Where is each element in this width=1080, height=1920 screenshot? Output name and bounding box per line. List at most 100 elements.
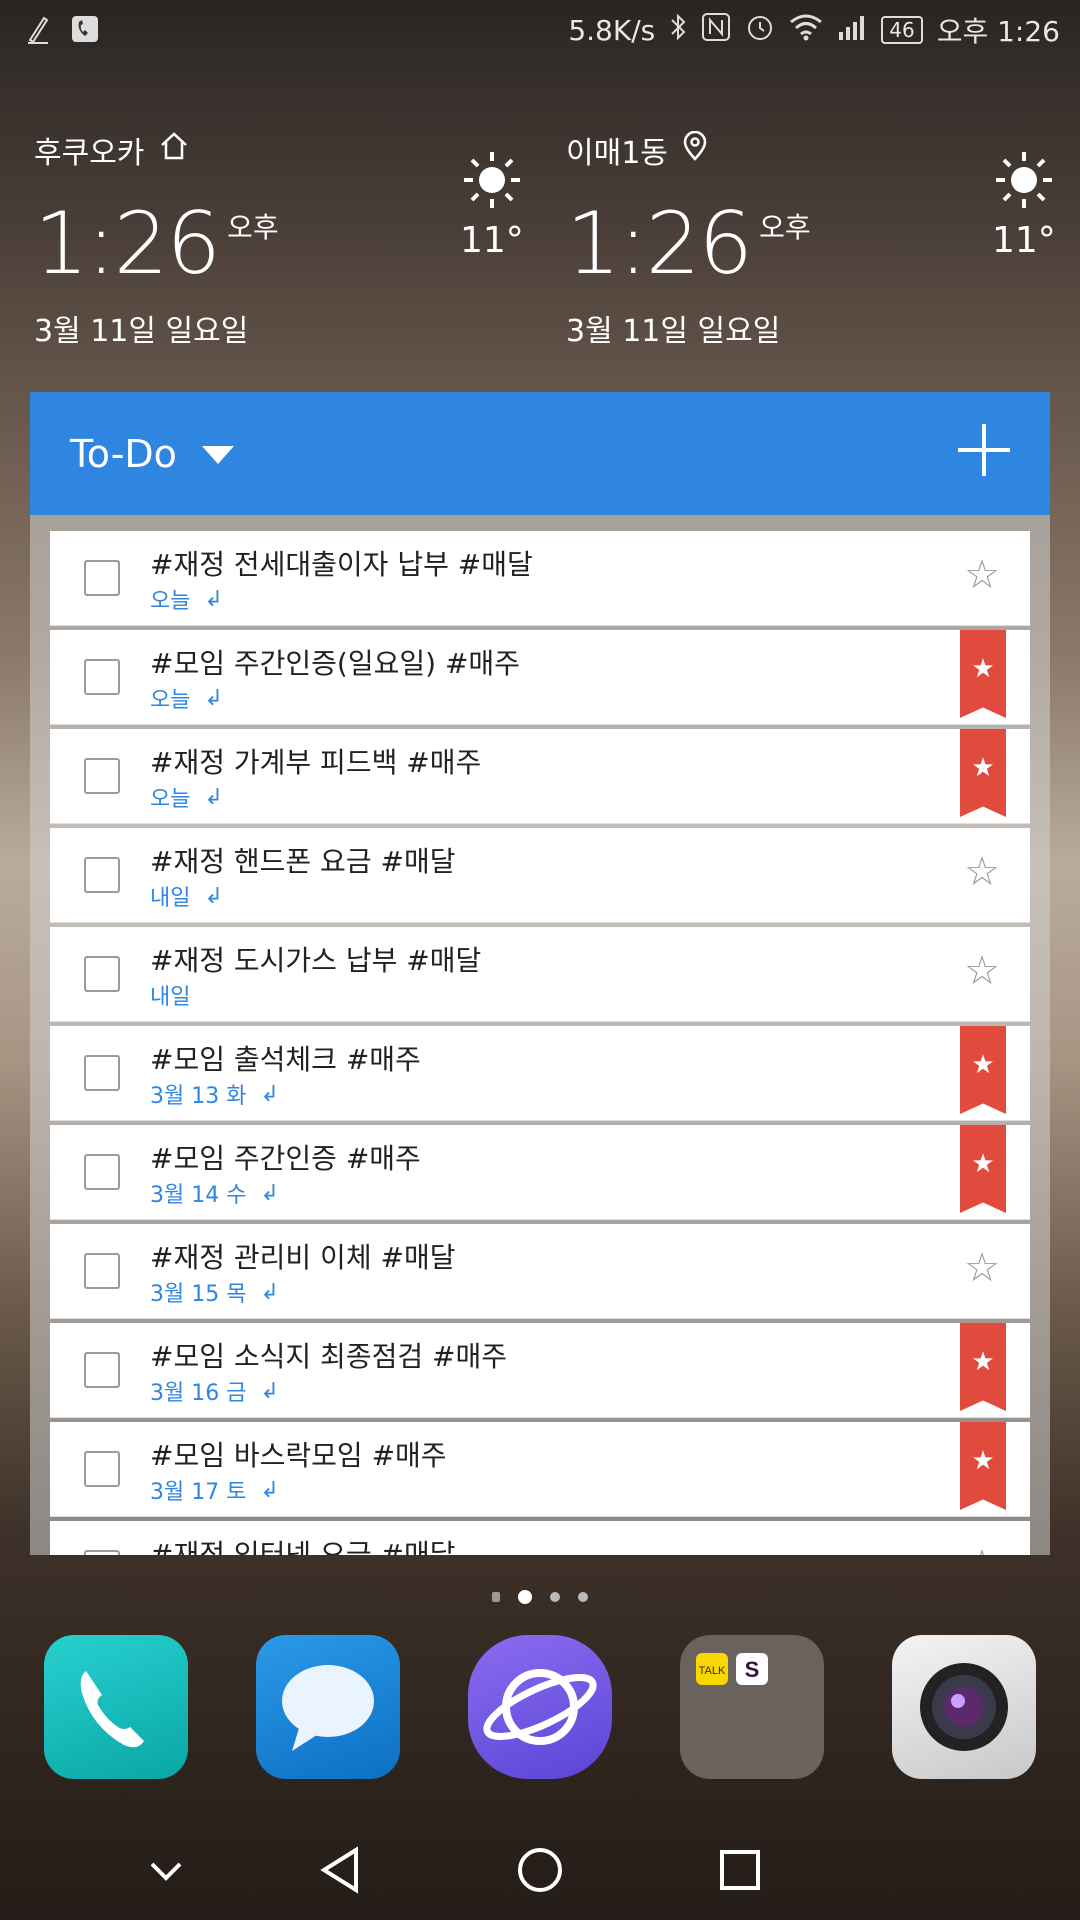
star-icon: ★ [971, 654, 995, 684]
todo-widget: To-Do #재정 전세대출이자 납부 #매달 오늘 ↲ ☆ #모임 주간인증(일요일)… [30, 392, 1050, 1555]
task-row[interactable]: #모임 주간인증 #매주 3월 14 수 ↲ ★ [50, 1125, 1030, 1220]
starred-flag-icon[interactable]: ★ [960, 630, 1006, 718]
task-title: #재정 관리비 이체 #매달 [150, 1241, 456, 1274]
task-row[interactable]: #모임 주간인증(일요일) #매주 오늘 ↲ ★ [50, 630, 1030, 725]
dropdown-caret-icon[interactable] [202, 446, 234, 464]
task-title: #모임 소식지 최종점검 #매주 [150, 1340, 507, 1373]
task-due-label: 3월 14 수 [150, 1183, 247, 1208]
task-row[interactable]: #모임 바스락모임 #매주 3월 17 토 ↲ ★ [50, 1422, 1030, 1517]
starred-flag-icon[interactable]: ★ [960, 1323, 1006, 1411]
task-row[interactable]: #재정 핸드폰 요금 #매달 내일 ↲ ☆ [50, 828, 1030, 923]
page-indicator[interactable] [0, 1590, 1080, 1604]
task-title: #모임 바스락모임 #매주 [150, 1439, 447, 1472]
star-outline-icon[interactable]: ☆ [964, 852, 1000, 892]
task-due-label: 오늘 [150, 787, 191, 812]
weather-fukuoka[interactable]: 11° [460, 150, 524, 261]
list-title[interactable]: To-Do [70, 432, 177, 476]
sun-icon [994, 152, 1054, 214]
internet-app[interactable] [468, 1635, 612, 1779]
add-task-button[interactable] [958, 424, 1010, 476]
task-row[interactable]: #재정 인터넷 요금 #매달 ☆ [50, 1521, 1030, 1555]
weather-imae[interactable]: 11° [992, 150, 1056, 261]
city-name: 후쿠오카 [34, 136, 145, 171]
home-page-dot [492, 1592, 500, 1602]
app-dock: TALK S [0, 1635, 1080, 1785]
task-checkbox[interactable] [84, 857, 120, 893]
clock-city: 후쿠오카 [34, 128, 279, 172]
star-outline-icon[interactable]: ☆ [964, 951, 1000, 991]
repeat-icon: ↲ [204, 586, 223, 612]
clock-date: 3월 11일 일요일 [34, 314, 249, 349]
task-title: #재정 핸드폰 요금 #매달 [150, 845, 456, 878]
task-due-label: 3월 15 목 [150, 1282, 247, 1307]
task-checkbox[interactable] [84, 1055, 120, 1091]
task-row[interactable]: #재정 전세대출이자 납부 #매달 오늘 ↲ ☆ [50, 531, 1030, 626]
star-outline-icon[interactable]: ☆ [964, 1545, 1000, 1555]
repeat-icon: ↲ [260, 1378, 279, 1404]
task-due-label: 내일 [150, 886, 191, 911]
time-value: 1:26 [566, 194, 753, 294]
nfc-icon [701, 12, 731, 49]
task-checkbox[interactable] [84, 659, 120, 695]
repeat-icon: ↲ [260, 1081, 279, 1107]
starred-flag-icon[interactable]: ★ [960, 1422, 1006, 1510]
starred-flag-icon[interactable]: ★ [960, 1125, 1006, 1213]
status-left [26, 14, 100, 48]
status-bar: 5.8K/s 46 오후 1:26 [0, 0, 1080, 62]
messages-app[interactable] [256, 1635, 400, 1779]
folder[interactable]: TALK S [680, 1635, 824, 1779]
task-checkbox[interactable] [84, 1253, 120, 1289]
task-due-label: 오늘 [150, 589, 191, 614]
recents-icon[interactable] [710, 1840, 770, 1900]
task-row[interactable]: #재정 도시가스 납부 #매달내일 ☆ [50, 927, 1030, 1022]
starred-flag-icon[interactable]: ★ [960, 729, 1006, 817]
page-dot-active [518, 1590, 532, 1604]
task-checkbox[interactable] [84, 758, 120, 794]
status-time: 오후 1:26 [936, 15, 1060, 48]
camera-app[interactable] [892, 1635, 1036, 1779]
repeat-icon: ↲ [260, 1279, 279, 1305]
task-title: #모임 주간인증(일요일) #매주 [150, 647, 520, 680]
task-row[interactable]: #모임 출석체크 #매주 3월 13 화 ↲ ★ [50, 1026, 1030, 1121]
repeat-icon: ↲ [260, 1477, 279, 1503]
task-checkbox[interactable] [84, 1154, 120, 1190]
star-outline-icon[interactable]: ☆ [964, 1248, 1000, 1288]
task-checkbox[interactable] [84, 1451, 120, 1487]
task-checkbox[interactable] [84, 1550, 120, 1555]
star-icon: ★ [971, 1446, 995, 1476]
camera-icon [920, 1663, 1008, 1751]
repeat-icon: ↲ [204, 685, 223, 711]
wifi-icon [789, 12, 823, 49]
clock-widget-fukuoka[interactable]: 후쿠오카 1:26 오후 3월 11일 일요일 [34, 128, 279, 350]
star-icon: ★ [971, 1149, 995, 1179]
task-checkbox[interactable] [84, 956, 120, 992]
task-title: #재정 도시가스 납부 #매달 [150, 944, 482, 977]
task-due: 3월 13 화 ↲ [150, 1078, 279, 1110]
task-due: 3월 16 금 ↲ [150, 1375, 279, 1407]
task-checkbox[interactable] [84, 560, 120, 596]
star-icon: ★ [971, 753, 995, 783]
task-due: 오늘 ↲ [150, 682, 223, 714]
task-due-label: 3월 16 금 [150, 1381, 247, 1406]
repeat-icon: ↲ [260, 1180, 279, 1206]
task-row[interactable]: #재정 관리비 이체 #매달 3월 15 목 ↲ ☆ [50, 1224, 1030, 1319]
task-due-label: 내일 [150, 985, 191, 1010]
task-row[interactable]: #재정 가계부 피드백 #매주 오늘 ↲ ★ [50, 729, 1030, 824]
slack-label: S [745, 1657, 760, 1682]
back-icon[interactable] [312, 1840, 372, 1900]
chat-bubble-icon [282, 1665, 374, 1751]
starred-flag-icon[interactable]: ★ [960, 1026, 1006, 1114]
pen-icon [26, 14, 50, 48]
task-due: 내일 [150, 979, 190, 1011]
home-button-icon[interactable] [510, 1840, 570, 1900]
star-outline-icon[interactable]: ☆ [964, 555, 1000, 595]
task-due: 3월 17 토 ↲ [150, 1474, 279, 1506]
task-checkbox[interactable] [84, 1352, 120, 1388]
task-title: #모임 출석체크 #매주 [150, 1043, 421, 1076]
task-due: 오늘 ↲ [150, 583, 223, 615]
clock-widget-imae[interactable]: 이매1동 1:26 오후 3월 11일 일요일 [566, 128, 811, 350]
phone-app[interactable] [44, 1635, 188, 1779]
city-name: 이매1동 [566, 136, 668, 171]
task-row[interactable]: #모임 소식지 최종점검 #매주 3월 16 금 ↲ ★ [50, 1323, 1030, 1418]
chevron-down-icon[interactable] [136, 1840, 196, 1900]
